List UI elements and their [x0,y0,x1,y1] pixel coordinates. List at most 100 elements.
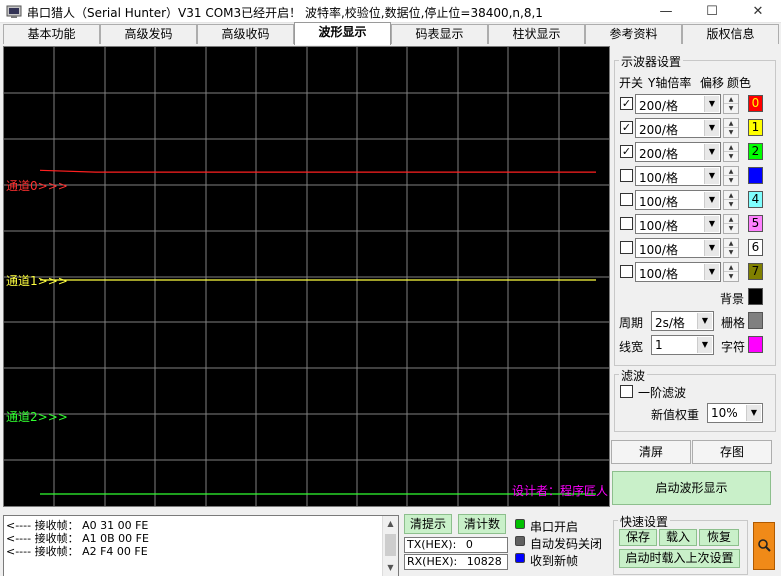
channel-4-offset-spinner[interactable]: ▲ ▼ [723,190,739,210]
oscilloscope-display[interactable]: 通道0>>> 通道1>>> 通道2>>> 设计者：程序匠人 [3,46,610,507]
header-switch: 开关 [619,76,644,90]
scroll-down-icon[interactable]: ▼ [383,560,398,576]
spin-down-icon[interactable]: ▼ [724,200,738,209]
channel-6-scale-select[interactable]: 100/格 ▼ [635,238,721,258]
spin-down-icon[interactable]: ▼ [724,176,738,185]
channel-7-offset-spinner[interactable]: ▲ ▼ [723,262,739,282]
channel-3-enable-checkbox[interactable] [620,169,633,182]
chevron-down-icon: ▼ [704,240,719,256]
channel-0-scale-select[interactable]: 200/格 ▼ [635,94,721,114]
spin-up-icon[interactable]: ▲ [724,215,738,224]
tool-button[interactable] [753,522,775,570]
tab-advanced-send[interactable]: 高级发码 [100,24,197,44]
font-color-swatch[interactable] [748,336,763,353]
channel-row-4: 100/格 ▼ ▲ ▼ 4 [611,190,779,212]
tab-basic[interactable]: 基本功能 [3,24,100,44]
channel-0-offset-spinner[interactable]: ▲ ▼ [723,94,739,114]
quick-restore-button[interactable]: 恢复 [699,529,739,546]
channel-0-enable-checkbox[interactable]: ✓ [620,97,633,110]
receive-log[interactable]: <---- 接收帧： A0 31 00 FE <---- 接收帧： A1 0B … [3,515,399,576]
quick-save-button[interactable]: 保存 [619,529,657,546]
tx-counter: TX(HEX): 0 [404,537,508,553]
channel-1-scale-select[interactable]: 200/格 ▼ [635,118,721,138]
channel-6-color-swatch[interactable]: 6 [748,239,763,256]
channel-2-enable-checkbox[interactable]: ✓ [620,145,633,158]
channel-7-enable-checkbox[interactable] [620,265,633,278]
tx-value: 0 [465,538,473,551]
tab-reference[interactable]: 参考资料 [585,24,682,44]
grid-color-swatch[interactable] [748,312,763,329]
clear-tips-button[interactable]: 清提示 [404,514,452,534]
tab-code-table[interactable]: 码表显示 [391,24,488,44]
start-waveform-button[interactable]: 启动波形显示 [612,471,771,505]
scroll-up-icon[interactable]: ▲ [383,516,398,532]
log-scrollbar[interactable]: ▲ ▼ [382,516,398,576]
header-y-scale: Y轴倍率 [648,76,692,90]
clear-count-button[interactable]: 清计数 [458,514,506,534]
channel-2-offset-spinner[interactable]: ▲ ▼ [723,142,739,162]
channel-0-color-swatch[interactable]: 0 [748,95,763,112]
spin-down-icon[interactable]: ▼ [724,272,738,281]
channel-5-enable-checkbox[interactable] [620,217,633,230]
spin-up-icon[interactable]: ▲ [724,119,738,128]
tab-copyright[interactable]: 版权信息 [682,24,779,44]
chevron-down-icon: ▼ [704,144,719,160]
channel-3-offset-spinner[interactable]: ▲ ▼ [723,166,739,186]
spin-up-icon[interactable]: ▲ [724,143,738,152]
window-title: 串口猎人（Serial Hunter）V31 COM3已经开启！ 波特率,校验位… [27,6,543,20]
spin-up-icon[interactable]: ▲ [724,95,738,104]
channel-3-color-swatch[interactable]: 3 [748,167,763,184]
weight-select[interactable]: 10% ▼ [707,403,763,423]
channel-5-scale-select[interactable]: 100/格 ▼ [635,214,721,234]
scope-traces [39,169,596,495]
rx-counter: RX(HEX): 10828 [404,554,508,570]
load-last-settings-button[interactable]: 启动时载入上次设置 [619,549,740,568]
channel-row-6: 100/格 ▼ ▲ ▼ 6 [611,238,779,260]
scroll-thumb[interactable] [385,534,396,556]
channel-row-7: 100/格 ▼ ▲ ▼ 7 [611,262,779,284]
tab-bar: 基本功能 高级发码 高级收码 波形显示 码表显示 柱状显示 参考资料 版权信息 [0,22,781,45]
channel-3-scale-select[interactable]: 100/格 ▼ [635,166,721,186]
spin-down-icon[interactable]: ▼ [724,104,738,113]
tab-bar-chart[interactable]: 柱状显示 [488,24,585,44]
channel-4-enable-checkbox[interactable] [620,193,633,206]
spin-up-icon[interactable]: ▲ [724,263,738,272]
trace-channel-0 [39,169,596,173]
channel-6-offset-spinner[interactable]: ▲ ▼ [723,238,739,258]
save-image-button[interactable]: 存图 [692,440,772,464]
minimize-button[interactable]: — [643,0,689,23]
channel-2-scale-select[interactable]: 200/格 ▼ [635,142,721,162]
channel-1-offset-spinner[interactable]: ▲ ▼ [723,118,739,138]
spin-down-icon[interactable]: ▼ [724,128,738,137]
spin-up-icon[interactable]: ▲ [724,191,738,200]
channel-1-enable-checkbox[interactable]: ✓ [620,121,633,134]
channel-5-color-swatch[interactable]: 5 [748,215,763,232]
quick-load-button[interactable]: 载入 [659,529,697,546]
tab-waveform[interactable]: 波形显示 [294,22,391,45]
close-button[interactable]: ✕ [735,0,781,23]
spin-down-icon[interactable]: ▼ [724,224,738,233]
channel-5-offset-spinner[interactable]: ▲ ▼ [723,214,739,234]
spin-up-icon[interactable]: ▲ [724,167,738,176]
channel-1-color-swatch[interactable]: 1 [748,119,763,136]
tab-advanced-receive[interactable]: 高级收码 [197,24,294,44]
maximize-button[interactable]: ☐ [689,0,735,23]
channel-2-color-swatch[interactable]: 2 [748,143,763,160]
chevron-down-icon: ▼ [704,168,719,184]
spin-down-icon[interactable]: ▼ [724,248,738,257]
channel-6-enable-checkbox[interactable] [620,241,633,254]
first-order-filter-checkbox[interactable] [620,385,633,398]
channel-4-color-swatch[interactable]: 4 [748,191,763,208]
app-icon [6,5,22,18]
channel-row-1: ✓ 200/格 ▼ ▲ ▼ 1 [611,118,779,140]
spin-up-icon[interactable]: ▲ [724,239,738,248]
background-color-swatch[interactable] [748,288,763,305]
channel-4-scale-select[interactable]: 100/格 ▼ [635,190,721,210]
period-select[interactable]: 2s/格 ▼ [651,311,714,331]
clear-screen-button[interactable]: 清屏 [611,440,691,464]
spin-down-icon[interactable]: ▼ [724,152,738,161]
channel-7-scale-select[interactable]: 100/格 ▼ [635,262,721,282]
channel-7-color-swatch[interactable]: 7 [748,263,763,280]
line-width-select[interactable]: 1 ▼ [651,335,714,355]
filter-title: 滤波 [619,367,648,384]
